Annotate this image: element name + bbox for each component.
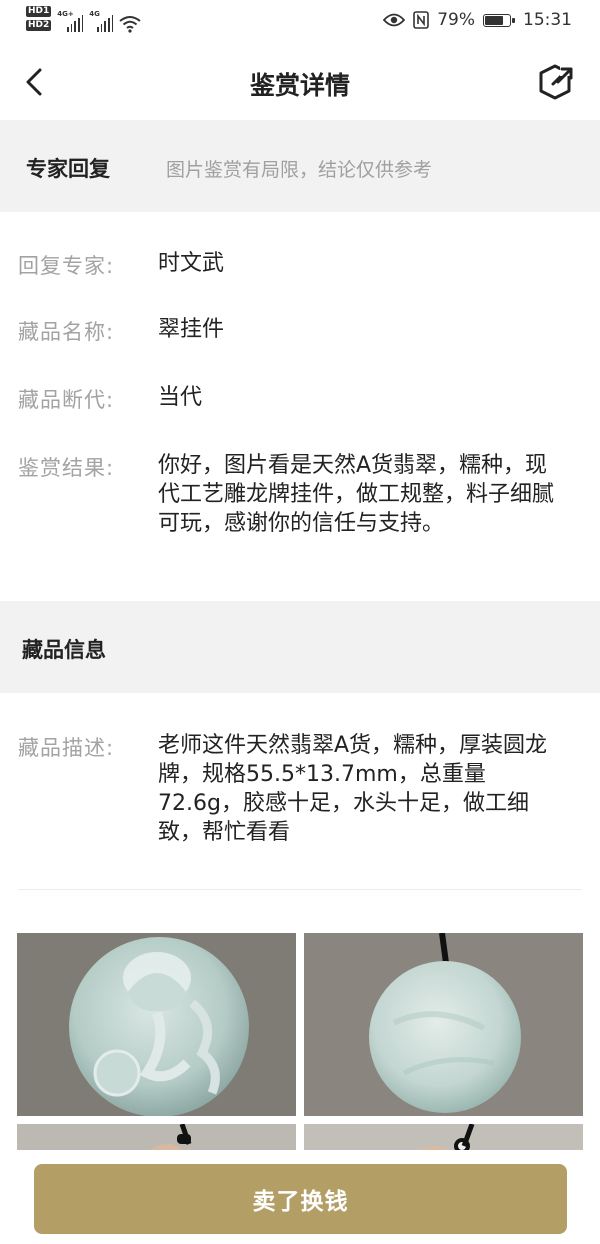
signal-icon-1: 4G+ — [57, 10, 84, 32]
status-left: HD1 HD2 4G+ 4G — [26, 6, 141, 33]
hd-indicators: HD1 HD2 — [26, 6, 52, 31]
network-type-2: 4G — [89, 10, 100, 18]
jade-dragon-pendant-image — [69, 937, 249, 1116]
hd1-badge: HD1 — [26, 6, 52, 17]
battery-icon — [483, 13, 515, 27]
hd2-badge: HD2 — [26, 20, 52, 31]
jade-pendant-back-image — [369, 933, 521, 1113]
expert-label: 回复专家: — [18, 254, 115, 278]
item-name-value: 翠挂件 — [158, 317, 225, 342]
appraisal-result-value: 你好，图片看是天然A货翡翠，糯种，现代工艺雕龙牌挂件，做工规整，料子细腻可玩，感… — [158, 453, 555, 536]
eye-icon — [383, 13, 406, 27]
bottom-bar: 卖了换钱 — [0, 1150, 600, 1244]
share-icon[interactable] — [536, 62, 574, 102]
page-title: 鉴赏详情 — [249, 71, 350, 100]
photo-jade-dragon-front[interactable] — [17, 933, 296, 1116]
network-type-1: 4G+ — [57, 10, 74, 18]
status-bar: HD1 HD2 4G+ 4G 79% 15:31 — [0, 0, 600, 44]
sell-for-cash-button[interactable]: 卖了换钱 — [34, 1164, 567, 1234]
battery-fill — [485, 15, 504, 25]
battery-percent: 79% — [437, 10, 475, 30]
expert-reply-title: 专家回复 — [26, 157, 110, 181]
expert-reply-note: 图片鉴赏有局限，结论仅供参考 — [166, 159, 433, 181]
status-right: 79% 15:31 — [383, 10, 572, 30]
item-info-band: 藏品信息 — [0, 601, 600, 693]
divider — [18, 889, 582, 890]
expert-reply-band: 专家回复 图片鉴赏有局限，结论仅供参考 — [0, 120, 600, 212]
photo-jade-back[interactable] — [304, 933, 583, 1116]
item-description-value: 老师这件天然翡翠A货，糯种，厚装圆龙牌，规格55.5*13.7mm，总重量72.… — [158, 733, 548, 845]
item-era-value: 当代 — [158, 385, 203, 410]
header: 鉴赏详情 — [0, 44, 600, 120]
signal-icon-2: 4G — [89, 10, 114, 32]
appraisal-result-label: 鉴赏结果: — [18, 456, 115, 480]
item-era-label: 藏品断代: — [18, 388, 115, 412]
expert-value: 时文武 — [158, 251, 225, 276]
wifi-icon — [119, 16, 141, 33]
nfc-icon — [413, 11, 430, 29]
clock: 15:31 — [523, 10, 572, 30]
item-info-title: 藏品信息 — [22, 638, 106, 662]
item-description-label: 藏品描述: — [18, 736, 115, 760]
item-name-label: 藏品名称: — [18, 320, 115, 344]
